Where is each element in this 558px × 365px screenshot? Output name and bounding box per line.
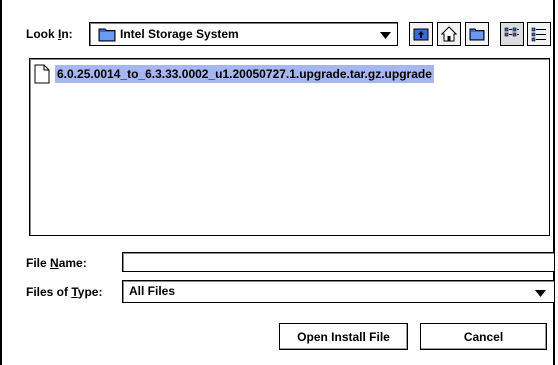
open-install-file-button[interactable]: Open Install File: [279, 323, 408, 350]
details-view-button[interactable]: [527, 22, 551, 46]
look-in-value: Intel Storage System: [120, 27, 239, 41]
cancel-button[interactable]: Cancel: [420, 323, 547, 350]
up-folder-icon: [413, 28, 429, 41]
file-list[interactable]: 6.0.25.0014_to_6.3.33.0002_u1.20050727.1…: [29, 58, 550, 236]
files-of-type-select[interactable]: All Files: [122, 280, 555, 303]
details-view-icon: [531, 27, 546, 42]
folder-icon: [98, 27, 116, 45]
chevron-down-icon: [380, 29, 391, 43]
document-icon: [34, 64, 52, 84]
up-one-level-button[interactable]: [409, 22, 433, 46]
chevron-down-icon: [535, 287, 546, 301]
file-chooser-dialog: Look In: Intel Storage System 6.0.25.001…: [0, 0, 555, 365]
new-folder-icon: [469, 28, 485, 41]
file-name-text: 6.0.25.0014_to_6.3.33.0002_u1.20050727.1…: [55, 65, 434, 83]
create-new-folder-button[interactable]: [465, 22, 489, 46]
file-name-label: File Name:: [26, 256, 87, 270]
list-view-button[interactable]: [500, 22, 524, 46]
file-name-field[interactable]: [122, 252, 555, 272]
home-icon: [441, 26, 457, 42]
list-item[interactable]: 6.0.25.0014_to_6.3.33.0002_u1.20050727.1…: [34, 63, 438, 85]
look-in-combo[interactable]: Intel Storage System: [89, 22, 398, 46]
files-of-type-value: All Files: [129, 284, 176, 298]
home-button[interactable]: [437, 22, 461, 46]
list-view-icon: [504, 27, 519, 37]
files-of-type-label: Files of Type:: [26, 285, 103, 299]
file-name-input[interactable]: [123, 253, 554, 271]
look-in-label: Look In:: [26, 27, 73, 41]
